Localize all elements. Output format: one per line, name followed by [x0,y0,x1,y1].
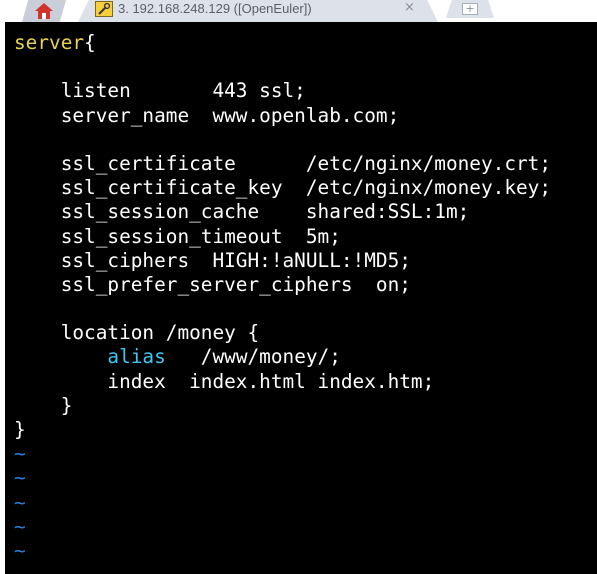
code-line: ssl_ciphers HIGH:!aNULL:!MD5; [14,249,551,273]
code-text: ssl_session_timeout 5m; [14,224,341,248]
code-token-tilde: ~ [14,514,26,538]
tab-bar: 3. 192.168.248.129 ([OpenEuler]) × + [0,0,597,22]
code-token-tilde: ~ [14,563,26,574]
close-tab-icon[interactable]: × [404,0,415,16]
code-line: ssl_prefer_server_ciphers on; [14,273,551,297]
code-line: index index.html index.htm; [14,370,551,394]
new-tab-button[interactable]: + [446,0,494,18]
code-text: listen 443 ssl; [14,79,306,103]
code-text: ssl_certificate /etc/nginx/money.crt; [14,151,552,175]
code-text: ssl_ciphers HIGH:!aNULL:!MD5; [14,248,411,272]
code-line: location /money { [14,321,551,345]
code-text: } [14,393,73,417]
code-text: location /money { [14,321,260,345]
terminal-tool-icon [95,1,113,17]
code-token-cyan: alias [107,345,166,369]
code-line: } [14,418,551,442]
empty-line-tilde: ~ [14,563,551,574]
code-line: alias /www/money/; [14,345,551,369]
code-token-tilde: ~ [14,490,26,514]
code-text: index index.html index.htm; [14,369,435,393]
plus-icon: + [462,3,478,15]
empty-line-tilde: ~ [14,466,551,490]
code-token-tilde: ~ [14,466,26,490]
empty-line-tilde: ~ [14,442,551,466]
code-line: server{ [14,31,551,55]
home-tab[interactable] [22,0,66,22]
code-token-tilde: ~ [14,538,26,562]
code-text: ssl_session_cache shared:SSL:1m; [14,200,470,224]
tab-title[interactable]: 3. 192.168.248.129 ([OpenEuler]) [118,1,312,17]
code-text: ssl_certificate_key /etc/nginx/money.key… [14,176,552,200]
empty-line-tilde: ~ [14,491,551,515]
code-line: ssl_certificate_key /etc/nginx/money.key… [14,176,551,200]
code-text: /www/money/; [165,345,341,369]
code-line: ssl_session_timeout 5m; [14,225,551,249]
code-line: } [14,394,551,418]
code-text: { [84,31,96,54]
editor-buffer: server{ listen 443 ssl; server_name www.… [14,31,551,574]
code-text: } [14,418,26,441]
terminal-editor[interactable]: server{ listen 443 ssl; server_name www.… [5,22,597,574]
code-text: ssl_prefer_server_ciphers on; [14,272,411,296]
empty-line-tilde: ~ [14,539,551,563]
code-text: server_name www.openlab.com; [14,103,400,127]
empty-line-tilde: ~ [14,515,551,539]
home-icon [35,3,53,19]
code-line: listen 443 ssl; [14,79,551,103]
code-token-tilde: ~ [14,442,26,466]
code-token-yellow: server [14,31,85,54]
code-line: ssl_session_cache shared:SSL:1m; [14,200,551,224]
code-line: server_name www.openlab.com; [14,104,551,128]
code-line: ssl_certificate /etc/nginx/money.crt; [14,152,551,176]
